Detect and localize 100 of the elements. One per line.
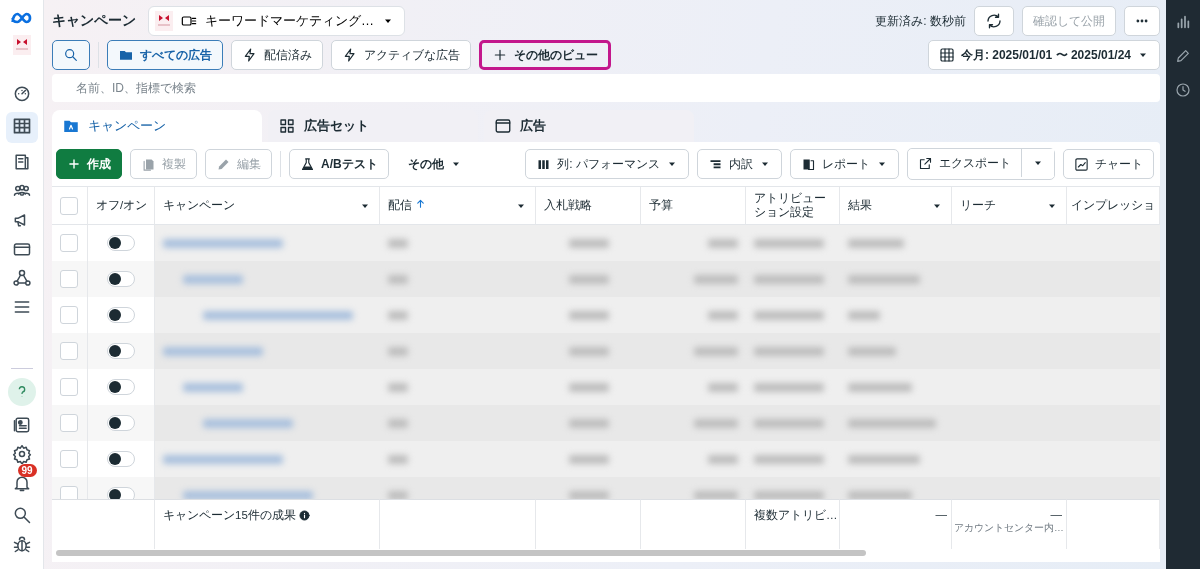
toggle-switch[interactable] xyxy=(107,379,135,395)
blurred-text xyxy=(694,418,738,428)
toggle-switch[interactable] xyxy=(107,307,135,323)
table-cell: 複数アトリビ… xyxy=(746,499,840,549)
bar-chart-icon xyxy=(1175,14,1191,30)
action-button[interactable]: その他 xyxy=(396,149,473,179)
plus-icon xyxy=(492,47,508,63)
blurred-text xyxy=(388,454,408,464)
toggle-switch[interactable] xyxy=(107,415,135,431)
checkbox[interactable] xyxy=(60,414,78,432)
blurred-text xyxy=(388,418,408,428)
blurred-text xyxy=(848,274,920,284)
toolbar-button[interactable]: チャート xyxy=(1063,149,1154,179)
scrollbar[interactable] xyxy=(56,550,866,556)
action-button[interactable]: A/Bテスト xyxy=(289,149,389,179)
network-icon xyxy=(11,268,32,288)
flask-icon xyxy=(300,156,315,172)
blurred-text xyxy=(568,382,609,392)
blurred-text xyxy=(694,274,738,284)
view-button[interactable]: すべての広告 xyxy=(107,40,223,70)
blurred-text xyxy=(708,382,738,392)
toggle-switch[interactable] xyxy=(107,235,135,251)
checkbox[interactable] xyxy=(60,306,78,324)
bug-icon xyxy=(11,534,32,554)
clock-icon xyxy=(1175,82,1191,98)
notification-badge: 99 xyxy=(17,464,37,477)
toolbar-button[interactable]: レポート xyxy=(790,149,899,179)
summary-text: キャンペーン15件の成果 xyxy=(155,499,380,549)
toggle-switch[interactable] xyxy=(107,451,135,467)
blurred-text xyxy=(754,346,824,356)
more-button[interactable] xyxy=(1124,6,1160,36)
blurred-text xyxy=(568,238,609,248)
refresh-button[interactable] xyxy=(974,6,1014,36)
update-status: 更新済み: 数秒前 xyxy=(875,12,966,30)
checkbox[interactable] xyxy=(60,450,78,468)
table-cell: アカウントセンター内… xyxy=(954,522,1062,535)
toggle-switch[interactable] xyxy=(107,343,135,359)
account-selector[interactable]: キーワードマーケティング… xyxy=(148,6,405,36)
refresh-icon xyxy=(985,12,1003,30)
info-icon xyxy=(299,510,310,521)
bolt-icon xyxy=(342,47,358,63)
table-cell: — xyxy=(935,508,947,520)
blurred-text xyxy=(848,238,904,248)
blurred-text xyxy=(388,346,408,356)
checkbox[interactable] xyxy=(60,342,78,360)
checkbox[interactable] xyxy=(60,234,78,252)
checkbox[interactable] xyxy=(60,270,78,288)
view-button[interactable]: その他のビュー xyxy=(479,40,611,70)
blurred-text xyxy=(388,310,408,320)
search-field[interactable]: 名前、ID、指標で検索 xyxy=(52,74,1160,102)
date-range-selector[interactable]: 今月: 2025/01/01 〜 2025/01/24 xyxy=(927,40,1160,70)
window-icon xyxy=(494,117,512,135)
blurred-text xyxy=(848,310,880,320)
blurred-text xyxy=(708,454,738,464)
blurred-text xyxy=(568,346,609,356)
sort-arrow-icon xyxy=(415,198,427,209)
pencil-icon xyxy=(1175,48,1191,64)
action-button[interactable]: 作成 xyxy=(56,149,122,179)
checkbox[interactable] xyxy=(60,486,78,499)
export-icon xyxy=(918,155,933,171)
blurred-text xyxy=(388,490,408,499)
table-cell-text: — xyxy=(1049,508,1062,520)
bolt-icon xyxy=(242,47,258,63)
blurred-text xyxy=(568,310,609,320)
blurred-text xyxy=(754,454,824,464)
blurred-text xyxy=(694,346,738,356)
blurred-text xyxy=(754,238,824,248)
meta-logo[interactable] xyxy=(9,10,34,26)
checkbox[interactable] xyxy=(60,196,78,215)
view-button[interactable]: 配信済み xyxy=(231,40,323,70)
blurred-text xyxy=(754,490,824,499)
blurred-text xyxy=(754,274,824,284)
blurred-text xyxy=(388,238,408,248)
tab[interactable]: キャンペーン xyxy=(52,110,262,142)
blurred-text xyxy=(848,346,896,356)
account-logo xyxy=(155,11,173,31)
blurred-text xyxy=(388,382,408,392)
id-card-icon xyxy=(11,415,32,435)
blurred-text xyxy=(754,418,824,428)
toolbar-button[interactable]: 列: パフォーマンス xyxy=(525,149,689,179)
blurred-text xyxy=(183,274,243,284)
view-button[interactable]: アクティブな広告 xyxy=(331,40,471,70)
blurred-text xyxy=(848,490,912,499)
blurred-text xyxy=(754,310,824,320)
plus-icon xyxy=(67,157,81,171)
table-icon xyxy=(11,116,32,136)
blurred-text xyxy=(848,382,912,392)
toggle-switch[interactable] xyxy=(107,271,135,287)
checkbox[interactable] xyxy=(60,378,78,396)
account-logo[interactable] xyxy=(12,35,31,55)
toolbar-button[interactable]: 内訳 xyxy=(697,149,782,179)
settings-icon xyxy=(11,444,32,464)
ad-account-icon xyxy=(181,13,197,29)
blurred-text xyxy=(708,238,738,248)
blurred-text xyxy=(183,382,243,392)
blurred-text xyxy=(568,490,609,499)
search-button[interactable] xyxy=(52,40,90,70)
toggle-switch[interactable] xyxy=(107,487,135,499)
calendar-icon xyxy=(938,47,955,63)
page-title: キャンペーン xyxy=(52,12,136,30)
